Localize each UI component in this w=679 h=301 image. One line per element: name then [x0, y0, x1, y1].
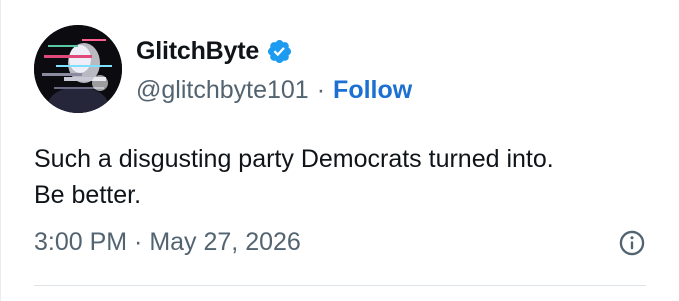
- divider: [34, 285, 646, 286]
- tweet-footer: 3:00 PM · May 27, 2026: [34, 228, 646, 257]
- tweet-text-line: Such a disgusting party Democrats turned…: [34, 145, 554, 173]
- user-handle[interactable]: @glitchbyte101: [136, 76, 309, 105]
- glitch-avatar-image: [34, 25, 122, 113]
- tweet-card: GlitchByte @glitchbyte101 · Follow Such …: [0, 0, 679, 301]
- separator-dot: ·: [316, 75, 326, 104]
- follow-button[interactable]: Follow: [333, 76, 412, 105]
- display-name-row: GlitchByte: [136, 34, 412, 70]
- display-name[interactable]: GlitchByte: [136, 37, 259, 66]
- avatar[interactable]: [34, 25, 122, 113]
- timestamp-link[interactable]: 3:00 PM · May 27, 2026: [34, 228, 301, 257]
- tweet-text-line: Be better.: [34, 181, 142, 209]
- tweet-text: Such a disgusting party Democrats turned…: [34, 141, 654, 213]
- tweet-header: GlitchByte @glitchbyte101 · Follow: [34, 25, 412, 113]
- user-names: GlitchByte @glitchbyte101 · Follow: [136, 34, 412, 105]
- verified-badge-icon: [266, 38, 293, 65]
- info-icon[interactable]: [618, 229, 646, 257]
- handle-row: @glitchbyte101 · Follow: [136, 76, 412, 105]
